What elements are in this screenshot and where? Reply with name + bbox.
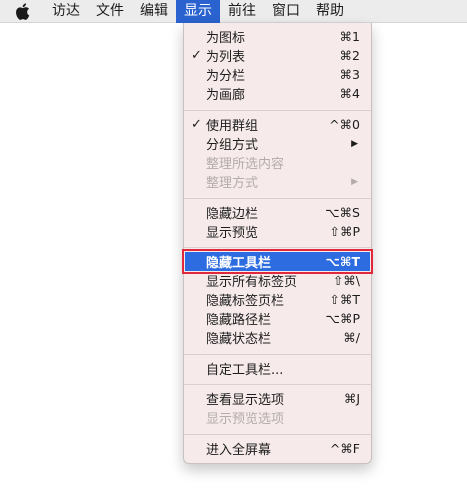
menu-item-shortcut: ⇧⌘T bbox=[329, 292, 360, 307]
menu-item-show-preview[interactable]: 显示预览 ⇧⌘P bbox=[185, 222, 370, 241]
menu-window[interactable]: 窗口 bbox=[264, 0, 308, 23]
menu-item-shortcut: ⌘4 bbox=[339, 86, 360, 101]
submenu-arrow-icon: ▶ bbox=[351, 176, 358, 187]
menu-item-hide-tab-bar[interactable]: 隐藏标签页栏 ⇧⌘T bbox=[185, 290, 370, 309]
menu-item-label: 整理所选内容 bbox=[206, 157, 285, 172]
menu-separator bbox=[184, 198, 371, 199]
apple-logo-icon-glyph bbox=[15, 2, 29, 20]
menu-separator bbox=[184, 247, 371, 248]
menu-item-as-list[interactable]: ✓ 为列表 ⌘2 bbox=[185, 46, 370, 65]
view-menu-dropdown: 为图标 ⌘1 ✓ 为列表 ⌘2 为分栏 ⌘3 为画廊 ⌘4 ✓ 使用群组 ^⌘0… bbox=[182, 23, 373, 464]
menu-item-shortcut: ⌥⌘S bbox=[325, 205, 360, 220]
menu-item-label: 整理方式 bbox=[206, 176, 259, 191]
menu-item-shortcut: ⌘1 bbox=[339, 29, 360, 44]
menu-item-label: 显示所有标签页 bbox=[206, 275, 298, 290]
menu-item-shortcut: ^⌘F bbox=[329, 441, 360, 456]
menu-item-label: 显示预览选项 bbox=[206, 412, 285, 427]
apple-logo-icon[interactable] bbox=[0, 0, 44, 23]
menu-item-label: 显示预览 bbox=[206, 226, 259, 241]
submenu-arrow-icon: ▶ bbox=[351, 138, 358, 149]
menu-item-shortcut: ⌥⌘P bbox=[325, 311, 360, 326]
menu-separator bbox=[184, 354, 371, 355]
menu-item-as-gallery[interactable]: 为画廊 ⌘4 bbox=[185, 84, 370, 103]
checkmark-icon: ✓ bbox=[191, 48, 202, 63]
menu-item-group-by[interactable]: 分组方式 ▶ bbox=[185, 134, 370, 153]
menu-finder[interactable]: 访达 bbox=[44, 0, 88, 23]
menu-item-shortcut: ⌘2 bbox=[339, 48, 360, 63]
menu-help[interactable]: 帮助 bbox=[308, 0, 352, 23]
menu-item-label: 进入全屏幕 bbox=[206, 443, 272, 458]
menu-view[interactable]: 显示 bbox=[176, 0, 220, 23]
menu-item-label: 查看显示选项 bbox=[206, 393, 285, 408]
menu-item-label: 隐藏路径栏 bbox=[206, 313, 272, 328]
menu-go[interactable]: 前往 bbox=[220, 0, 264, 23]
menu-item-label: 为画廊 bbox=[206, 88, 246, 103]
menu-item-label: 为列表 bbox=[206, 50, 246, 65]
menu-item-as-icons[interactable]: 为图标 ⌘1 bbox=[185, 27, 370, 46]
menu-item-label: 为图标 bbox=[206, 31, 246, 46]
menu-item-customize-toolbar[interactable]: 自定工具栏... bbox=[185, 359, 370, 378]
menu-item-hide-status-bar[interactable]: 隐藏状态栏 ⌘/ bbox=[185, 328, 370, 347]
menu-item-label: 隐藏状态栏 bbox=[206, 332, 272, 347]
menu-item-label: 隐藏边栏 bbox=[206, 207, 259, 222]
menu-separator bbox=[184, 434, 371, 435]
menu-item-shortcut: ^⌘0 bbox=[329, 117, 360, 132]
menu-item-show-view-options[interactable]: 查看显示选项 ⌘J bbox=[185, 389, 370, 408]
menu-item-label: 分组方式 bbox=[206, 138, 259, 153]
checkmark-icon: ✓ bbox=[191, 117, 202, 132]
menu-item-clean-up-selection: 整理所选内容 bbox=[185, 153, 370, 172]
menu-item-hide-path-bar[interactable]: 隐藏路径栏 ⌥⌘P bbox=[185, 309, 370, 328]
menu-item-label: 为分栏 bbox=[206, 69, 246, 84]
menu-bar: 访达 文件 编辑 显示 前往 窗口 帮助 bbox=[0, 0, 467, 23]
menu-item-clean-up-by: 整理方式 ▶ bbox=[185, 172, 370, 191]
menu-item-hide-sidebar[interactable]: 隐藏边栏 ⌥⌘S bbox=[185, 203, 370, 222]
menu-item-shortcut: ⌥⌘T bbox=[325, 254, 360, 269]
menu-item-show-preview-options: 显示预览选项 bbox=[185, 408, 370, 427]
menu-item-shortcut: ⌘J bbox=[343, 391, 360, 406]
menu-item-hide-toolbar[interactable]: 隐藏工具栏 ⌥⌘T bbox=[182, 249, 373, 274]
menu-file[interactable]: 文件 bbox=[88, 0, 132, 23]
menu-item-show-all-tabs[interactable]: 显示所有标签页 ⇧⌘\ bbox=[185, 271, 370, 290]
menu-item-shortcut: ⌘3 bbox=[339, 67, 360, 82]
menu-item-shortcut: ⌘/ bbox=[343, 330, 360, 345]
screen: 访达 文件 编辑 显示 前往 窗口 帮助 为图标 ⌘1 ✓ 为列表 ⌘2 为分栏… bbox=[0, 0, 467, 491]
menu-edit[interactable]: 编辑 bbox=[132, 0, 176, 23]
menu-item-as-columns[interactable]: 为分栏 ⌘3 bbox=[185, 65, 370, 84]
menu-item-shortcut: ⇧⌘P bbox=[329, 224, 360, 239]
menu-item-enter-full-screen[interactable]: 进入全屏幕 ^⌘F bbox=[185, 439, 370, 458]
menu-item-label: 使用群组 bbox=[206, 119, 259, 134]
menu-item-label: 自定工具栏... bbox=[206, 363, 284, 378]
menu-separator bbox=[184, 384, 371, 385]
menu-item-label: 隐藏标签页栏 bbox=[206, 294, 285, 309]
menu-item-use-groups[interactable]: ✓ 使用群组 ^⌘0 bbox=[185, 115, 370, 134]
menu-item-shortcut: ⇧⌘\ bbox=[332, 273, 360, 288]
menu-item-label: 隐藏工具栏 bbox=[206, 256, 272, 271]
menu-separator bbox=[184, 110, 371, 111]
